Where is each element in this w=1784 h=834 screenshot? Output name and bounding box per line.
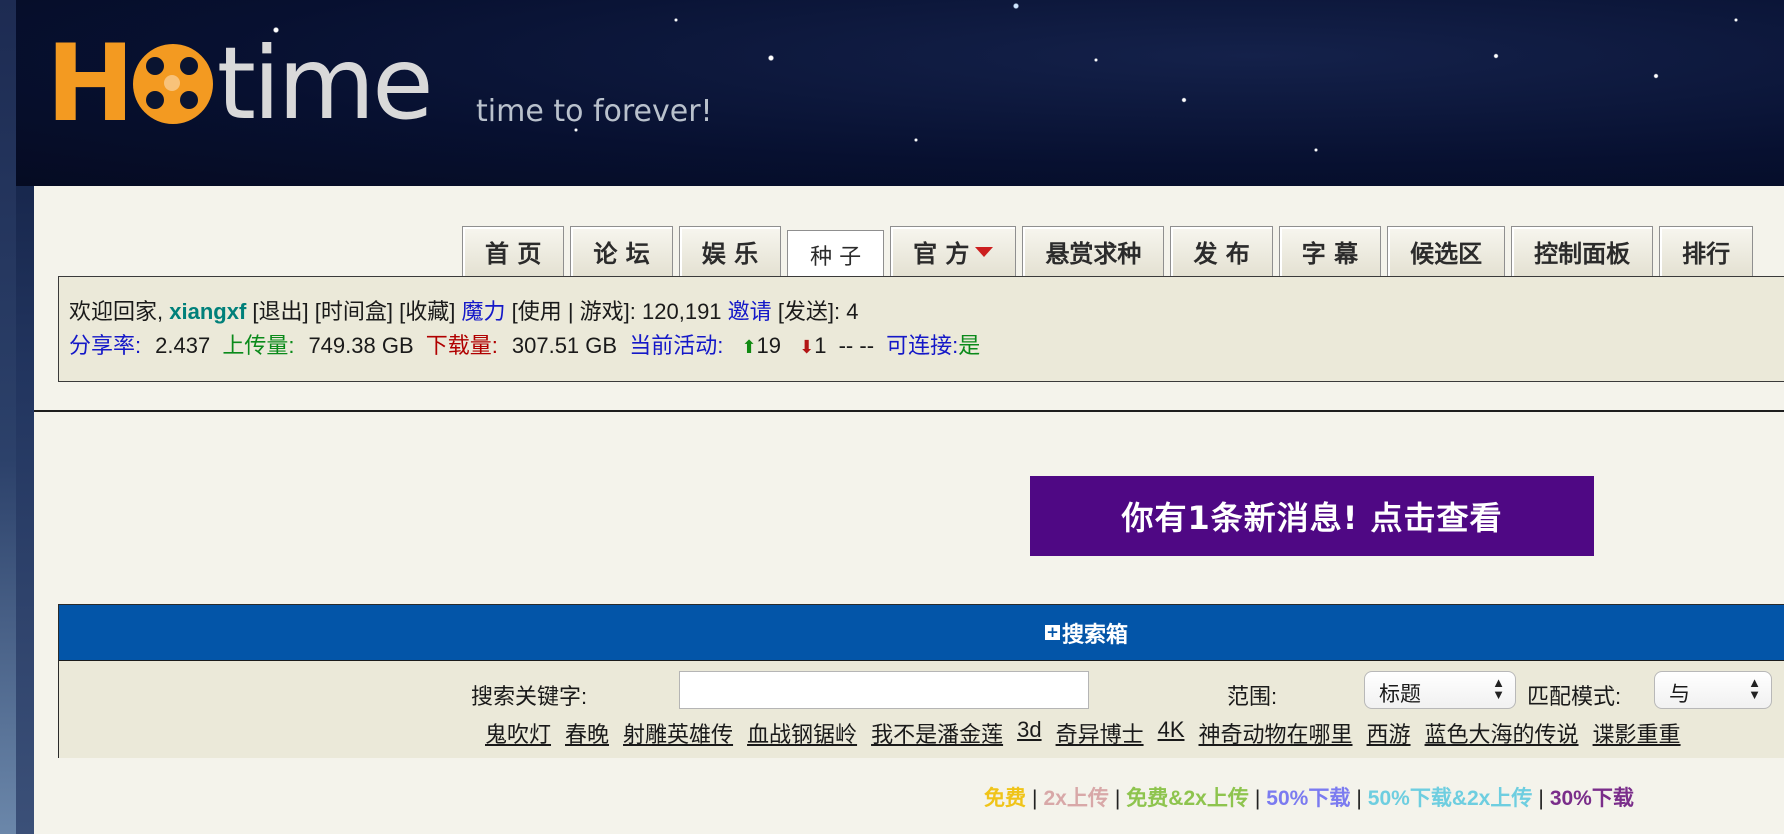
search-box-body: 搜索关键字: 范围: 标题 ▲ ▼ 匹配模式: 与 ▲ ▼ 鬼吹灯 春晚 射雕英雄传…	[59, 661, 1784, 758]
tab-label: 字 幕	[1301, 240, 1359, 268]
leeching-count[interactable]: 1	[814, 333, 826, 358]
favorites-link[interactable]: [收藏]	[399, 299, 455, 324]
main-nav: 首 页 论 坛 娱 乐 种 子 官 方 悬赏求种 发 布 字 幕 候选区 控制面…	[462, 220, 1754, 278]
hot-keyword-link[interactable]: 春晚	[565, 717, 609, 749]
legend-separator: |	[1538, 787, 1544, 810]
legend-separator: |	[1254, 787, 1261, 810]
legend-30-download: 30%下载	[1549, 787, 1634, 810]
invite-send[interactable]: [发送]: 4	[778, 299, 859, 324]
promotion-legend: 免费 | 2x上传 | 免费&2x上传 | 50%下载 | 50%下载&2x上传 | 30%下载	[984, 782, 1634, 812]
legend-free-2x-upload: 免费&2x上传	[1126, 787, 1249, 810]
tab-candidates[interactable]: 候选区	[1387, 226, 1506, 276]
legend-separator: |	[1356, 787, 1362, 810]
legend-50-download: 50%下载	[1266, 787, 1351, 810]
welcome-text: 欢迎回家,	[69, 299, 164, 324]
hot-keyword-link[interactable]: 谍影重重	[1593, 717, 1681, 749]
hot-keyword-link[interactable]: 血战钢锯岭	[747, 717, 857, 749]
site-banner: H time time to forever!	[16, 0, 1784, 186]
keyword-label: 搜索关键字:	[471, 684, 588, 709]
logo-letter-h: H	[46, 22, 135, 145]
scope-label: 范围:	[1227, 684, 1278, 709]
magic-link[interactable]: 魔力	[461, 299, 505, 324]
tab-label: 悬赏求种	[1045, 240, 1142, 268]
logo-tagline: time to forever!	[476, 94, 713, 129]
tab-label: 控制面板	[1534, 240, 1631, 268]
match-selected-value: 与	[1669, 683, 1690, 706]
desktop-edge	[0, 0, 16, 834]
hot-keyword-link[interactable]: 4K	[1158, 717, 1185, 749]
leeching-arrow-down-icon: ⬇	[799, 337, 815, 357]
hot-keyword-link[interactable]: 我不是潘金莲	[871, 717, 1003, 749]
tab-label: 发 布	[1193, 240, 1250, 268]
legend-50-download-2x-upload: 50%下载&2x上传	[1367, 787, 1533, 810]
legend-free: 免费	[984, 787, 1026, 810]
search-box: + 搜索箱 搜索关键字: 范围: 标题 ▲ ▼ 匹配模式: 与 ▲ ▼ 鬼吹灯 春晚…	[58, 604, 1784, 758]
tab-home[interactable]: 首 页	[462, 226, 565, 276]
user-welcome-line: 欢迎回家, xiangxf [退出] [时间盒] [收藏] 魔力 [使用 | 游…	[69, 295, 1784, 329]
connectable-label: 可连接:	[886, 333, 959, 358]
download-label: 下载量:	[425, 333, 498, 358]
expand-plus-icon[interactable]: +	[1044, 625, 1060, 640]
legend-separator: |	[1032, 787, 1038, 810]
legend-2x-upload: 2x上传	[1043, 787, 1109, 810]
upload-label: 上传量:	[222, 333, 295, 358]
tab-subtitles[interactable]: 字 幕	[1278, 226, 1382, 276]
tab-requests[interactable]: 悬赏求种	[1022, 226, 1165, 276]
scope-selected-value: 标题	[1379, 683, 1421, 706]
upload-value: 749.38 GB	[308, 333, 414, 358]
invite-link[interactable]: 邀请	[728, 299, 772, 324]
tab-forum[interactable]: 论 坛	[570, 226, 673, 276]
hot-keyword-link[interactable]: 奇异博士	[1056, 717, 1144, 749]
tab-label: 种 子	[810, 244, 862, 270]
timebox-link[interactable]: [时间盒]	[315, 299, 393, 324]
main-page: 首 页 论 坛 娱 乐 种 子 官 方 悬赏求种 发 布 字 幕 候选区 控制面…	[34, 186, 1784, 834]
tab-label: 首 页	[485, 240, 542, 268]
tab-label: 排行	[1682, 240, 1731, 268]
tab-label: 候选区	[1410, 240, 1483, 268]
tab-label: 官 方	[913, 240, 970, 268]
tab-control-panel[interactable]: 控制面板	[1511, 226, 1654, 276]
hot-keyword-link[interactable]: 射雕英雄传	[623, 717, 733, 749]
magic-actions[interactable]: [使用 | 游戏]: 120,191	[512, 299, 722, 324]
user-stats-line: 分享率: 2.437 上传量: 749.38 GB 下载量: 307.51 GB 当前…	[69, 329, 1784, 364]
header-divider	[34, 410, 1784, 412]
seeding-count[interactable]: 19	[757, 333, 781, 358]
match-mode-select[interactable]: 与 ▲ ▼	[1654, 671, 1772, 709]
tab-label: 娱 乐	[701, 240, 759, 268]
seeding-arrow-up-icon: ⬆	[741, 337, 757, 357]
ratio-value: 2.437	[155, 333, 211, 358]
select-arrows-icon: ▲ ▼	[1492, 675, 1505, 702]
keyword-input[interactable]	[679, 671, 1089, 709]
hot-keyword-link[interactable]: 神奇动物在哪里	[1199, 717, 1353, 749]
logo-word: time	[216, 25, 434, 142]
tab-entertainment[interactable]: 娱 乐	[678, 226, 782, 276]
dropdown-caret-icon	[975, 246, 994, 257]
hot-keywords: 鬼吹灯 春晚 射雕英雄传 血战钢锯岭 我不是潘金莲 3d 奇异博士 4K 神奇动…	[485, 717, 1681, 749]
new-message-button[interactable]: 你有1条新消息! 点击查看	[1030, 476, 1594, 556]
tab-torrents[interactable]: 种 子	[787, 230, 885, 278]
logout-link[interactable]: [退出]	[252, 299, 308, 324]
ratio-label: 分享率:	[69, 333, 142, 358]
scope-select[interactable]: 标题 ▲ ▼	[1364, 671, 1516, 709]
tab-upload[interactable]: 发 布	[1170, 226, 1273, 276]
tab-rankings[interactable]: 排行	[1659, 226, 1754, 276]
connectable-value: 是	[958, 333, 981, 358]
activity-extra: -- --	[838, 333, 875, 358]
hot-keyword-link[interactable]: 蓝色大海的传说	[1425, 717, 1579, 749]
hot-keyword-link[interactable]: 鬼吹灯	[485, 717, 551, 749]
tab-official[interactable]: 官 方	[890, 226, 1017, 276]
select-arrows-icon: ▲ ▼	[1748, 675, 1761, 702]
match-mode-label: 匹配模式:	[1527, 684, 1622, 709]
search-box-header[interactable]: + 搜索箱	[59, 605, 1784, 661]
hot-keyword-link[interactable]: 3d	[1017, 717, 1041, 749]
search-box-title: 搜索箱	[1061, 622, 1128, 648]
tab-label: 论 坛	[593, 240, 650, 268]
hot-keyword-link[interactable]: 西游	[1367, 717, 1411, 749]
film-reel-icon	[132, 44, 213, 124]
user-info-panel: 欢迎回家, xiangxf [退出] [时间盒] [收藏] 魔力 [使用 | 游…	[58, 276, 1784, 382]
legend-separator: |	[1114, 787, 1121, 810]
username-link[interactable]: xiangxf	[169, 299, 246, 324]
activity-label: 当前活动:	[629, 333, 724, 358]
download-value: 307.51 GB	[511, 333, 618, 358]
